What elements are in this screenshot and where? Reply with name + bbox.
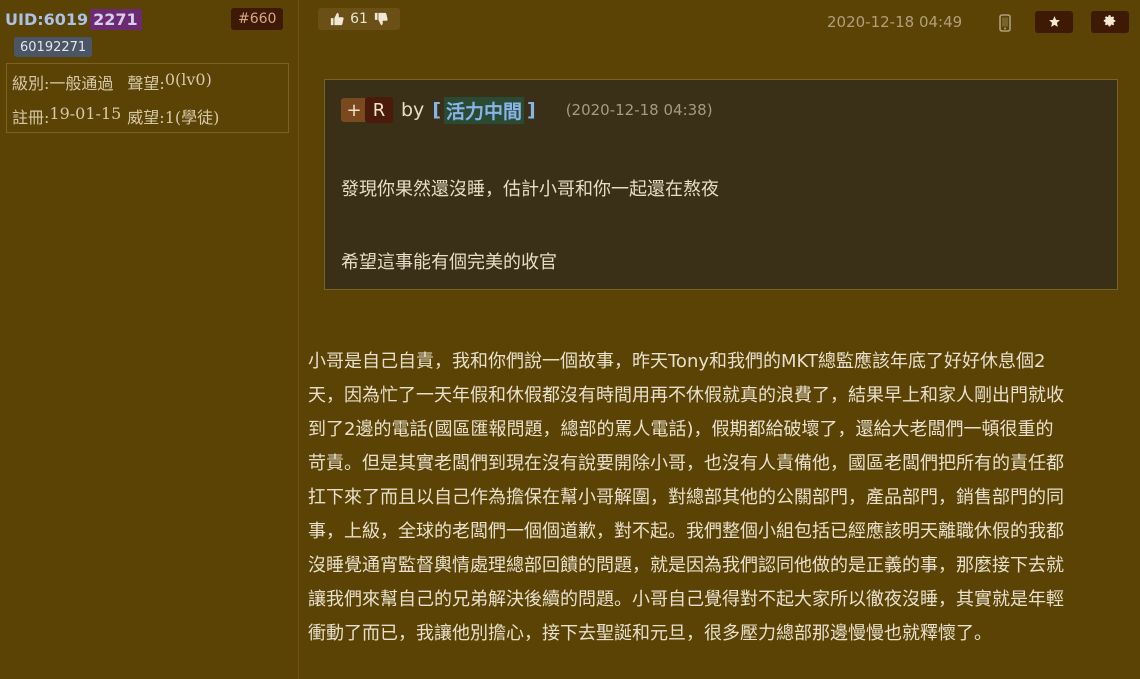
- quote-reply-button[interactable]: R: [365, 97, 393, 123]
- post-content: 61 2020-12-18 04:49 + R by [活力中間] (202…: [300, 0, 1140, 679]
- user-uid[interactable]: UID:6019 2271: [5, 6, 142, 32]
- level-value: 一般通過: [49, 74, 114, 93]
- reputation-label: 威望:: [127, 108, 165, 127]
- post-body-line: 苛責。但是其實老闆們到現在沒有說要開除小哥，也沒有人責備他，國區老闆們把所有的責…: [308, 453, 1064, 474]
- thumbs-up-icon[interactable]: [330, 12, 344, 26]
- user-stats-row-2: 註冊: 19-01-15 威望: 1(學徒): [12, 104, 220, 127]
- uid-suffix: 2271: [90, 8, 142, 30]
- post-body-line: 天，因為忙了一天年假和休假都沒有時間用再不休假就真的浪費了，結果早上和家人剛出門…: [308, 385, 1064, 406]
- uid-chip: 60192271: [14, 37, 93, 57]
- post-body-line: 沒睡覺通宵監督輿情處理總部回饋的問題，就是因為我們認同他做的是正義的事，那麼接下…: [308, 555, 1064, 576]
- vote-box: 61: [318, 8, 400, 30]
- prestige-value: 0(lv0): [164, 70, 212, 89]
- quote-date: (2020-12-18 04:38): [565, 101, 713, 119]
- post-body-line: 事，上級，全球的老闆們一個個道歉，對不起。我們整個小組包括已經應該明天離職休假的…: [308, 521, 1064, 542]
- quote-header: + R by [ 活力中間 ] (2020-12-18 04:38): [341, 96, 713, 124]
- quote-block: + R by [ 活力中間 ] (2020-12-18 04:38) 發現你果然…: [324, 79, 1118, 290]
- post-body-line: 小哥是自己自責，我和你們說一個故事，昨天Tony和我們的MKT總監應該年底了好好…: [308, 351, 1046, 372]
- thread-post: UID:6019 2271 #660 60192271 級別: 一般通過 聲望:…: [0, 0, 1140, 679]
- floor-number-badge[interactable]: #660: [231, 8, 284, 30]
- quote-text-line: 發現你果然還沒睡，估計小哥和你一起還在熬夜: [341, 179, 719, 200]
- post-body-line: 衝動了而已，我讓他別擔心，接下去聖誕和元旦，很多壓力總部那邊慢慢也就釋懷了。: [308, 623, 992, 644]
- quote-author-link[interactable]: [ 活力中間 ]: [432, 96, 536, 124]
- uid-prefix: UID:6019: [5, 9, 89, 29]
- favorite-button[interactable]: [1035, 11, 1073, 33]
- reputation-value: 1(學徒): [164, 108, 220, 127]
- star-icon: [1048, 13, 1061, 32]
- quote-text-line: 希望這事能有個完美的收官: [341, 252, 557, 273]
- prestige-label: 聲望:: [127, 74, 165, 93]
- thumbs-down-icon[interactable]: [374, 12, 388, 26]
- quote-author-bracket-open: [: [432, 99, 441, 121]
- post-body-line: 到了2邊的電話(國區匯報問題，總部的罵人電話)，假期都給破壞了，還給大老闆們一頓…: [308, 419, 1054, 440]
- settings-button[interactable]: [1091, 11, 1129, 33]
- gear-icon: [1103, 13, 1117, 32]
- quote-author-bracket-close: ]: [527, 99, 536, 121]
- user-stats-box: 級別: 一般通過 聲望: 0(lv0) 註冊: 19-01-15 威望: 1(學…: [6, 63, 289, 133]
- user-info-panel: UID:6019 2271 #660 60192271 級別: 一般通過 聲望:…: [0, 0, 299, 679]
- register-value: 19-01-15: [49, 104, 122, 123]
- post-body-line: 扛下來了而且以自己作為擔保在幫小哥解圍，對總部其他的公關部門，產品部門，銷售部門…: [308, 487, 1064, 508]
- mobile-phone-icon: [999, 14, 1011, 36]
- level-label: 級別:: [12, 74, 50, 93]
- register-label: 註冊:: [12, 108, 50, 127]
- post-body-line: 讓我們來幫自己的兄弟解決後續的問題。小哥自己覺得對不起大家所以徹夜沒睡，其實就是…: [308, 589, 1064, 610]
- quote-author-name: 活力中間: [444, 96, 525, 124]
- post-timestamp: 2020-12-18 04:49: [827, 13, 963, 31]
- user-stats-row-1: 級別: 一般通過 聲望: 0(lv0): [12, 70, 212, 93]
- quote-expand-button[interactable]: +: [341, 98, 367, 122]
- post-body: 小哥是自己自責，我和你們說一個故事，昨天Tony和我們的MKT總監應該年底了好好…: [308, 345, 1132, 651]
- quote-by-label: by: [401, 99, 425, 121]
- like-count: 61: [350, 11, 368, 27]
